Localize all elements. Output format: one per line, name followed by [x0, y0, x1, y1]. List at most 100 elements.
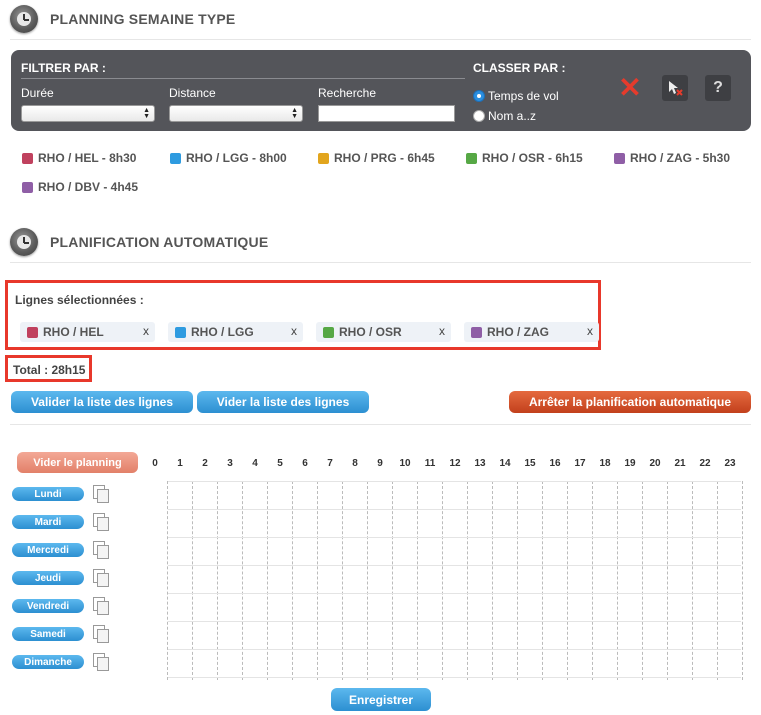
clock-icon — [10, 228, 38, 256]
hour-label: 1 — [177, 458, 183, 469]
copy-icon[interactable] — [93, 541, 109, 559]
total-value: Total : 28h15 — [13, 363, 86, 377]
line-label: RHO / ZAG - 5h30 — [630, 151, 731, 165]
hour-label: 9 — [377, 458, 383, 469]
close-icon: ✕ — [618, 72, 642, 103]
hour-label: 12 — [449, 458, 461, 469]
hour-label: 10 — [399, 458, 411, 469]
hour-label: 14 — [499, 458, 511, 469]
divider — [10, 424, 751, 425]
recherche-input[interactable] — [318, 105, 455, 122]
hour-label: 13 — [474, 458, 486, 469]
distance-select[interactable]: ▲ ▼ — [169, 105, 303, 122]
copy-icon[interactable] — [93, 597, 109, 615]
hour-column[interactable] — [217, 481, 218, 680]
hour-column[interactable] — [242, 481, 243, 680]
remove-line-button[interactable]: x — [439, 324, 445, 338]
hour-label: 11 — [424, 458, 436, 469]
hour-column[interactable] — [667, 481, 668, 680]
reset-cursor-button[interactable] — [662, 75, 688, 101]
grid-row-line — [168, 649, 741, 650]
grid-row-line — [168, 621, 741, 622]
grid-row-line — [168, 593, 741, 594]
selected-lines-box: Lignes sélectionnées : RHO / HEL x RHO /… — [5, 280, 601, 350]
hour-column[interactable] — [617, 481, 618, 680]
line-tag[interactable]: RHO / HEL - 8h30 — [22, 151, 136, 165]
duree-select[interactable]: ▲ ▼ — [21, 105, 155, 122]
hour-label: 8 — [352, 458, 358, 469]
hour-label: 6 — [302, 458, 308, 469]
clear-filters-button[interactable]: ✕ — [617, 72, 643, 103]
hour-column[interactable] — [592, 481, 593, 680]
sort-option-temps[interactable]: Temps de vol — [473, 89, 559, 103]
hour-column[interactable] — [392, 481, 393, 680]
select-arrows-icon: ▲ ▼ — [291, 107, 298, 120]
hour-column[interactable] — [292, 481, 293, 680]
day-button[interactable]: Jeudi — [12, 571, 84, 585]
validate-lines-button[interactable]: Valider la liste des lignes — [11, 391, 193, 413]
hour-column[interactable] — [192, 481, 193, 680]
selected-line-chip: RHO / OSR x — [316, 322, 451, 342]
hour-column[interactable] — [167, 481, 168, 680]
line-tag[interactable]: RHO / PRG - 6h45 — [318, 151, 435, 165]
grid-row-line — [168, 565, 741, 566]
copy-icon[interactable] — [93, 569, 109, 587]
distance-label: Distance — [169, 86, 216, 100]
remove-line-button[interactable]: x — [587, 324, 593, 338]
hour-column[interactable] — [567, 481, 568, 680]
day-button[interactable]: Mardi — [12, 515, 84, 529]
remove-line-button[interactable]: x — [291, 324, 297, 338]
line-color-swatch — [27, 326, 38, 338]
hour-column[interactable] — [342, 481, 343, 680]
day-button[interactable]: Vendredi — [12, 599, 84, 613]
day-button[interactable]: Dimanche — [12, 655, 84, 669]
hour-column[interactable] — [642, 481, 643, 680]
hour-column[interactable] — [492, 481, 493, 680]
grid-row-line — [168, 537, 741, 538]
copy-icon[interactable] — [93, 485, 109, 503]
remove-line-button[interactable]: x — [143, 324, 149, 338]
stop-auto-planning-button[interactable]: Arrêter la planification automatique — [509, 391, 751, 413]
day-button[interactable]: Samedi — [12, 627, 84, 641]
day-button[interactable]: Lundi — [12, 487, 84, 501]
hour-label: 20 — [649, 458, 661, 469]
hour-label: 5 — [277, 458, 283, 469]
filter-title: FILTRER PAR : — [21, 61, 106, 75]
line-tag[interactable]: RHO / OSR - 6h15 — [466, 151, 583, 165]
hour-column[interactable] — [717, 481, 718, 680]
line-color-swatch — [323, 326, 334, 338]
radio-icon[interactable] — [473, 110, 485, 122]
line-tag[interactable]: RHO / ZAG - 5h30 — [614, 151, 730, 165]
hour-column[interactable] — [317, 481, 318, 680]
hour-column[interactable] — [417, 481, 418, 680]
copy-icon[interactable] — [93, 513, 109, 531]
radio-selected-icon[interactable] — [473, 90, 485, 102]
sort-title: CLASSER PAR : — [473, 61, 566, 75]
line-color-swatch — [170, 152, 181, 164]
save-button[interactable]: Enregistrer — [331, 688, 431, 711]
chip-label: RHO / ZAG — [487, 325, 549, 339]
day-button[interactable]: Mercredi — [12, 543, 84, 557]
line-tag[interactable]: RHO / DBV - 4h45 — [22, 180, 138, 194]
hour-column[interactable] — [267, 481, 268, 680]
line-label: RHO / PRG - 6h45 — [334, 151, 435, 165]
clear-planning-button[interactable]: Vider le planning — [17, 452, 138, 473]
clear-lines-button[interactable]: Vider la liste des lignes — [197, 391, 369, 413]
hour-column[interactable] — [692, 481, 693, 680]
hour-column[interactable] — [442, 481, 443, 680]
sort-option-nom[interactable]: Nom a..z — [473, 109, 536, 123]
line-tag[interactable]: RHO / LGG - 8h00 — [170, 151, 287, 165]
duree-label: Durée — [21, 86, 54, 100]
copy-icon[interactable] — [93, 653, 109, 671]
copy-icon[interactable] — [93, 625, 109, 643]
hour-label: 2 — [202, 458, 208, 469]
hour-column[interactable] — [742, 481, 743, 680]
auto-section-header: PLANIFICATION AUTOMATIQUE — [10, 227, 268, 257]
line-label: RHO / DBV - 4h45 — [38, 180, 139, 194]
hour-column[interactable] — [517, 481, 518, 680]
hour-column[interactable] — [467, 481, 468, 680]
help-button[interactable]: ? — [705, 75, 731, 101]
hour-column[interactable] — [367, 481, 368, 680]
hour-column[interactable] — [542, 481, 543, 680]
line-color-swatch — [614, 152, 625, 164]
